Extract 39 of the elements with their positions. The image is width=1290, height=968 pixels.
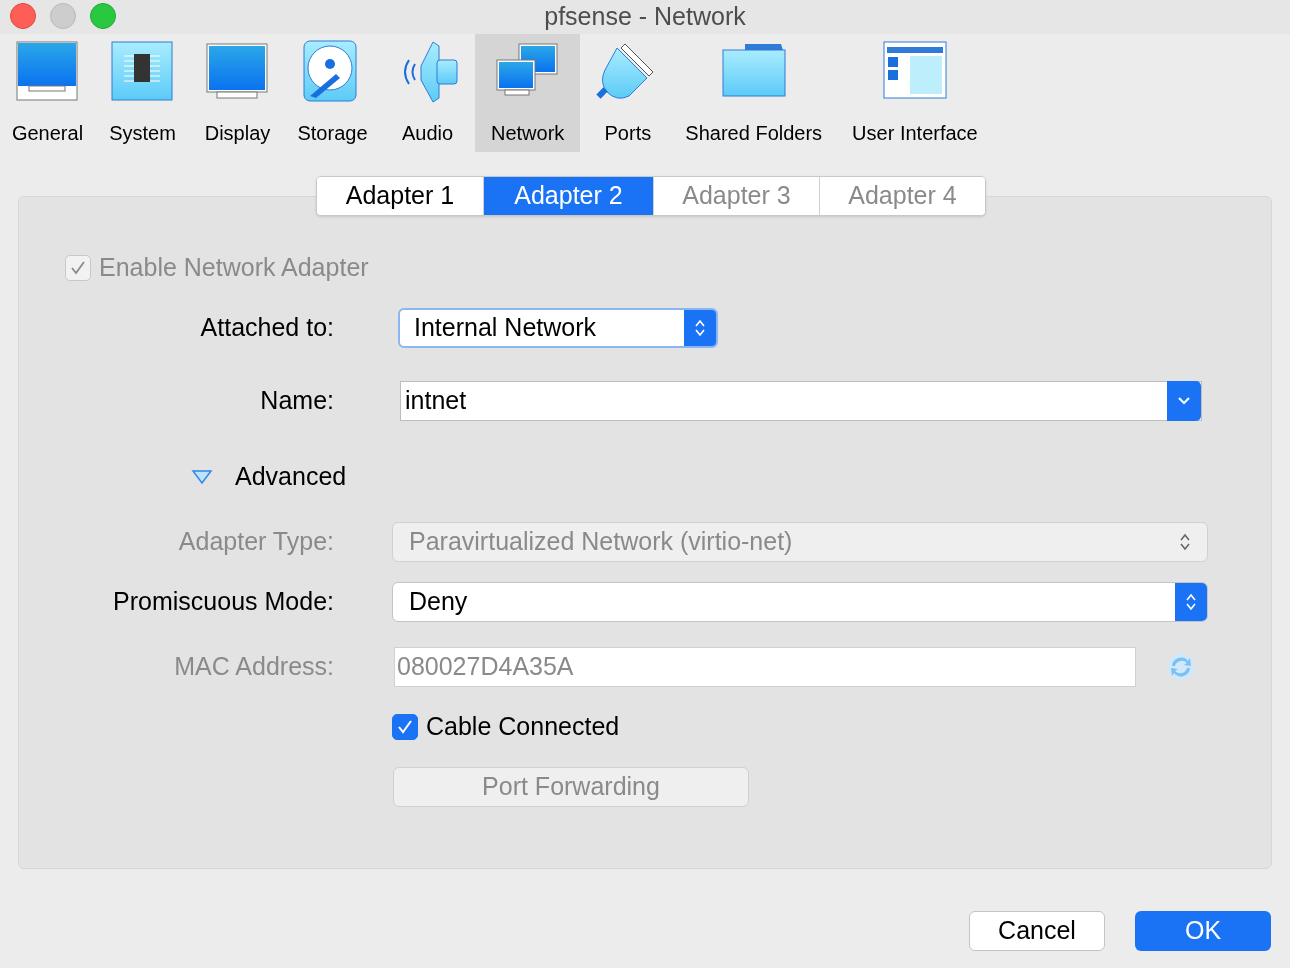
window-title: pfsense - Network xyxy=(544,1,746,33)
stepper-arrows-icon xyxy=(1185,592,1197,612)
adapter-tab[interactable]: Adapter 2 xyxy=(483,177,653,215)
stepper-arrows-icon xyxy=(1179,532,1191,552)
toolbar-tab[interactable]: Ports xyxy=(580,34,676,152)
refresh-icon[interactable] xyxy=(1166,652,1196,682)
cancel-button[interactable]: Cancel xyxy=(969,911,1105,951)
checkbox-label: Cable Connected xyxy=(426,711,620,743)
stepper-arrows-icon xyxy=(694,318,706,338)
close-window-button[interactable] xyxy=(10,3,36,29)
toolbar-tab[interactable]: Display xyxy=(190,34,285,152)
minimize-window-button[interactable] xyxy=(50,3,76,29)
checkmark-icon xyxy=(70,260,86,276)
ok-button[interactable]: OK xyxy=(1135,911,1271,951)
field-label: Promiscuous Mode: xyxy=(113,586,334,618)
chevron-down-icon xyxy=(1177,396,1191,406)
triangle-down-icon[interactable] xyxy=(191,469,213,485)
adapter-tab[interactable]: Adapter 1 xyxy=(317,177,483,215)
checkmark-icon xyxy=(397,719,413,735)
toolbar-tab[interactable]: Network xyxy=(475,34,581,152)
checkbox[interactable] xyxy=(392,714,418,740)
field-label: MAC Address: xyxy=(174,651,334,683)
toolbar-tab[interactable]: Storage xyxy=(285,34,380,152)
toolbar-tab[interactable]: User Interface xyxy=(842,34,988,152)
toolbar-tab[interactable]: Shared Folders xyxy=(675,34,833,152)
checkbox-label: Enable Network Adapter xyxy=(99,252,369,284)
toolbar-tab[interactable]: System xyxy=(95,34,190,152)
field-label: Name: xyxy=(260,385,334,417)
advanced-label: Advanced xyxy=(235,461,347,493)
promiscuous-mode-select[interactable]: Deny xyxy=(392,582,1208,622)
zoom-window-button[interactable] xyxy=(90,3,116,29)
name-combo-box[interactable]: intnet xyxy=(400,381,1202,421)
field-label: Attached to: xyxy=(200,312,334,344)
toolbar-tab[interactable]: Audio xyxy=(380,34,475,152)
attached-to-select[interactable]: Internal Network xyxy=(398,308,718,348)
field-label: Adapter Type: xyxy=(178,526,334,558)
monitor-icon xyxy=(14,40,81,104)
chip-icon xyxy=(109,40,176,104)
toolbar-tab[interactable]: General xyxy=(0,34,95,152)
